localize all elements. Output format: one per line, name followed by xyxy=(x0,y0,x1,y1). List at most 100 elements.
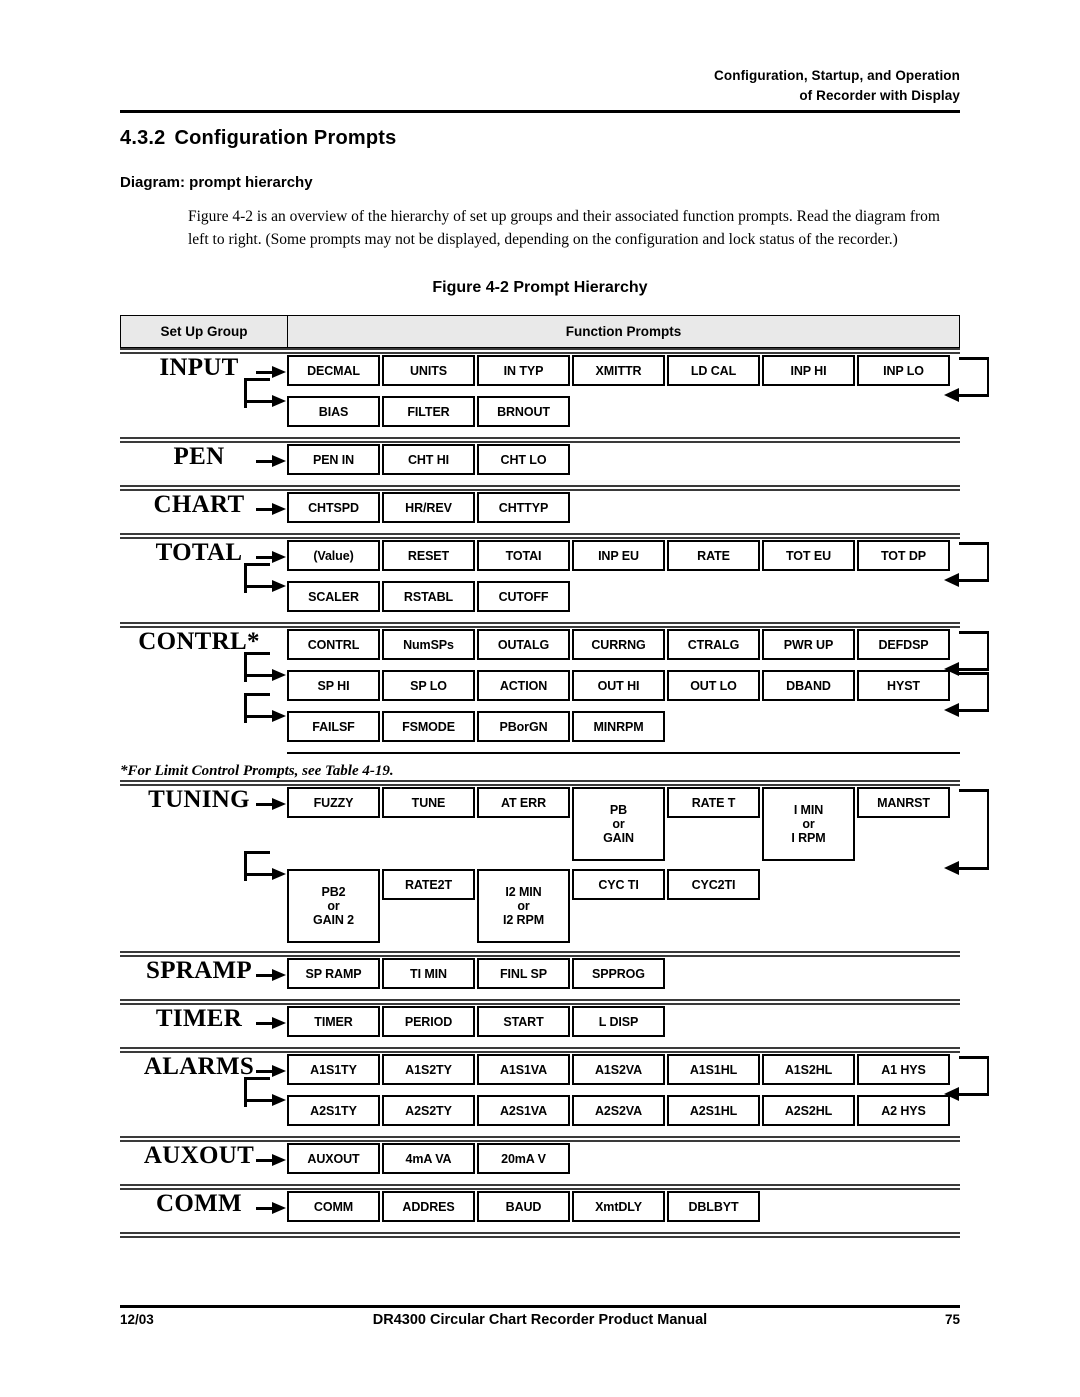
prompt-row: PB2 or GAIN 2 RATE2T I2 MIN or I2 RPM CYC T… xyxy=(244,851,960,951)
prompt-box: SCALER xyxy=(244,563,380,612)
entry-arrow-icon xyxy=(256,503,286,516)
prompt-box: A1S1VA xyxy=(477,1054,570,1085)
function-prompt-rows: (Value) RESET TOTAI INP EU RATE TOT EU TOT DP S… xyxy=(244,540,989,622)
function-prompt-rows: CONTRL NumSPs OUTALG CURRNG CTRALG PWR UP DEFD… xyxy=(120,629,989,780)
prompt-box: UNITS xyxy=(382,355,475,386)
group-separator xyxy=(120,999,960,1006)
prompt-row: (Value) RESET TOTAI INP EU RATE TOT EU TOT DP xyxy=(256,540,989,587)
prompt-row: FAILSF FSMODE PBorGN MINRPM xyxy=(244,693,960,752)
prompt-row: BIAS FILTER BRNOUT xyxy=(244,378,960,437)
prompt-box: A2S2HL xyxy=(762,1095,855,1126)
prompt-box: AUXOUT xyxy=(256,1143,380,1174)
prompt-row: TIMER PERIOD START L DISP xyxy=(256,1006,960,1047)
prompt-box: HYST xyxy=(857,670,950,701)
function-prompt-rows: PEN IN CHT HI CHT LO xyxy=(256,444,960,485)
footer-title: DR4300 Circular Chart Recorder Product M… xyxy=(372,1312,708,1328)
function-prompt-rows: SP RAMP TI MIN FINL SP SPPROG xyxy=(256,958,960,999)
column-header-function-prompts: Function Prompts xyxy=(565,324,682,339)
footnote-rule xyxy=(287,752,960,754)
footer-rule xyxy=(120,1305,960,1308)
function-prompt-rows: FUZZY TUNE AT ERR PB or GAIN RATE TI MIN or … xyxy=(244,787,989,951)
prompt-box: DBAND xyxy=(762,670,855,701)
setup-group-label: CHART xyxy=(153,491,245,518)
section-title: Configuration Prompts xyxy=(174,127,397,149)
group-separator xyxy=(120,348,960,355)
prompt-box: NumSPs xyxy=(382,629,475,660)
page-footer: 12/03 DR4300 Circular Chart Recorder Pro… xyxy=(120,1312,960,1336)
prompt-row: A1S1TY A1S2TY A1S1VA A1S2VA A1S1HL A1S2HL A1 H… xyxy=(256,1054,989,1101)
prompt-box: A1S1HL xyxy=(667,1054,760,1085)
continuation-elbow-icon xyxy=(244,693,289,726)
prompt-box: 4mA VA xyxy=(382,1143,475,1174)
prompt-box: XmtDLY xyxy=(572,1191,665,1222)
section-number: 4.3.2 xyxy=(120,127,166,149)
setup-group-comm: COMM COMM ADDRES BAUD XmtDLY DBLBYT xyxy=(120,1191,960,1232)
entry-arrow-icon xyxy=(256,1202,286,1215)
setup-group-pen: PEN PEN IN CHT HI CHT LO xyxy=(120,444,960,485)
prompt-box: PERIOD xyxy=(382,1006,475,1037)
running-head-line1: Configuration, Startup, and Operation xyxy=(714,68,960,83)
prompt-box: BAUD xyxy=(477,1191,570,1222)
function-prompt-rows: AUXOUT 4mA VA 20mA V xyxy=(256,1143,960,1184)
prompt-row: CONTRL NumSPs OUTALG CURRNG CTRALG PWR UP DEFD… xyxy=(287,629,989,676)
prompt-box: CUTOFF xyxy=(477,581,570,612)
running-head: Configuration, Startup, and Operation of… xyxy=(120,66,960,106)
prompt-box: RSTABL xyxy=(382,581,475,612)
figure-title: Figure 4-2 Prompt Hierarchy xyxy=(432,279,648,296)
prompt-box: RATE2T xyxy=(382,869,475,900)
prompt-box: CURRNG xyxy=(572,629,665,660)
prompt-box: FINL SP xyxy=(477,958,570,989)
prompt-box: COMM xyxy=(256,1191,380,1222)
prompt-box: RATE xyxy=(667,540,760,571)
prompt-box: TOT DP xyxy=(857,540,950,571)
setup-group-label: TOTAL xyxy=(155,539,243,566)
prompt-box: FSMODE xyxy=(382,711,475,742)
entry-arrow-icon xyxy=(256,1154,286,1167)
prompt-box: 20mA V xyxy=(477,1143,570,1174)
setup-group-spramp: SPRAMP SP RAMP TI MIN FINL SP SPPROG xyxy=(120,958,960,999)
prompt-box: ACTION xyxy=(477,670,570,701)
setup-group-alarms: ALARMS A1S1TY A1S2TY A1S1VA A1S2VA A1S1HL A1S2… xyxy=(120,1053,989,1136)
prompt-box: FILTER xyxy=(382,396,475,427)
prompt-box: MINRPM xyxy=(572,711,665,742)
setup-group-label: AUXOUT xyxy=(143,1142,255,1169)
continuation-elbow-icon xyxy=(244,563,289,596)
group-separator xyxy=(120,485,960,492)
function-prompt-rows: CHTSPD HR/REV CHTTYP xyxy=(256,492,960,533)
prompt-box: A2S1HL xyxy=(667,1095,760,1126)
prompt-box: START xyxy=(477,1006,570,1037)
setup-group-label: PEN xyxy=(173,443,225,470)
prompt-box: TIMER xyxy=(256,1006,380,1037)
prompt-box: SPPROG xyxy=(572,958,665,989)
prompt-box: INP HI xyxy=(762,355,855,386)
continuation-elbow-icon xyxy=(244,378,289,411)
prompt-box: IN TYP xyxy=(477,355,570,386)
prompt-box: PEN IN xyxy=(256,444,380,475)
prompt-box: AT ERR xyxy=(477,787,570,818)
setup-group-auxout: AUXOUT AUXOUT 4mA VA 20mA V xyxy=(120,1143,960,1184)
running-head-rule xyxy=(120,110,960,113)
prompt-row: CHTSPD HR/REV CHTTYP xyxy=(256,492,960,533)
prompt-box: BRNOUT xyxy=(477,396,570,427)
column-header-setup-group: Set Up Group xyxy=(121,316,288,347)
setup-group-label: CONTRL* xyxy=(138,628,260,655)
prompt-row: COMM ADDRES BAUD XmtDLY DBLBYT xyxy=(256,1191,960,1232)
figure-footnote: *For Limit Control Prompts, see Table 4-… xyxy=(120,763,394,779)
prompt-box: TI MIN xyxy=(382,958,475,989)
setup-group-chart: CHART CHTSPD HR/REV CHTTYP xyxy=(120,492,960,533)
prompt-box: OUT LO xyxy=(667,670,760,701)
prompt-box: CHTTYP xyxy=(477,492,570,523)
setup-group-contrl: CONTRL* CONTRL NumSPs OUTALG CURRNG CTRALG PWR… xyxy=(120,628,989,780)
prompt-box: CYC TI xyxy=(572,869,665,900)
prompt-box: (Value) xyxy=(256,540,380,571)
setup-group-label: ALARMS xyxy=(143,1053,255,1080)
prompt-box: DEFDSP xyxy=(857,629,950,660)
prompt-row: DECMAL UNITS IN TYP XMITTR LD CAL INP HI INP L… xyxy=(256,355,989,402)
prompt-row: PEN IN CHT HI CHT LO xyxy=(256,444,960,485)
prompt-box: SP HI xyxy=(244,652,380,701)
setup-group-label: TIMER xyxy=(155,1005,243,1032)
running-head-line2: of Recorder with Display xyxy=(799,88,960,103)
prompt-box: A2 HYS xyxy=(857,1095,950,1126)
prompt-box: FAILSF xyxy=(244,693,380,742)
entry-arrow-icon xyxy=(256,969,286,982)
